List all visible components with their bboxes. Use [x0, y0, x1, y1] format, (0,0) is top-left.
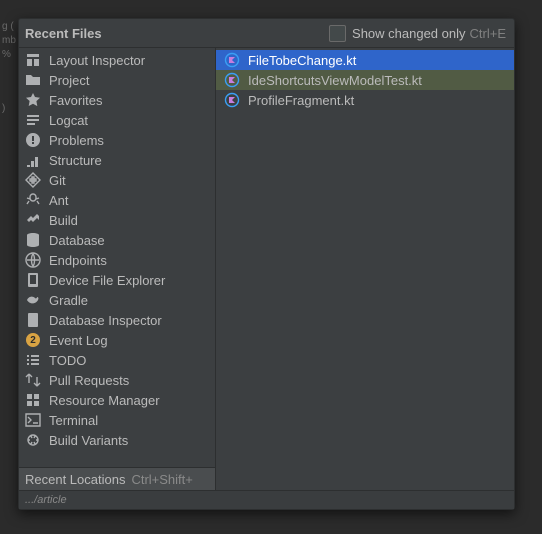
tool-item-build-variants[interactable]: Build Variants	[19, 430, 215, 450]
problems-icon	[25, 132, 41, 148]
popup-footer: .../article	[19, 490, 514, 509]
tool-item-database-inspector[interactable]: Database Inspector	[19, 310, 215, 330]
tool-item-terminal[interactable]: Terminal	[19, 410, 215, 430]
tool-item-label: Gradle	[49, 293, 88, 308]
layout-inspector-icon	[25, 52, 41, 68]
tool-item-resource-manager[interactable]: Resource Manager	[19, 390, 215, 410]
database-icon	[25, 232, 41, 248]
file-name-label: FileTobeChange.kt	[248, 53, 356, 68]
tool-item-todo[interactable]: TODO	[19, 350, 215, 370]
tool-item-label: Database Inspector	[49, 313, 162, 328]
tool-item-label: Layout Inspector	[49, 53, 145, 68]
tool-item-label: Favorites	[49, 93, 102, 108]
tool-item-label: Problems	[49, 133, 104, 148]
todo-icon	[25, 352, 41, 368]
show-changed-only-shortcut: Ctrl+E	[470, 26, 506, 41]
tool-item-label: Build Variants	[49, 433, 128, 448]
file-item[interactable]: FileTobeChange.kt	[216, 50, 514, 70]
tool-item-logcat[interactable]: Logcat	[19, 110, 215, 130]
tool-item-label: TODO	[49, 353, 86, 368]
file-item[interactable]: IdeShortcutsViewModelTest.kt	[216, 70, 514, 90]
kotlin-file-icon	[224, 52, 240, 68]
tool-windows-pane: Layout Inspector Project Favorites Logcat Pr…	[19, 48, 216, 490]
endpoints-icon	[25, 252, 41, 268]
tool-item-structure[interactable]: Structure	[19, 150, 215, 170]
tool-item-label: Event Log	[49, 333, 108, 348]
file-name-label: ProfileFragment.kt	[248, 93, 354, 108]
recent-locations-button[interactable]: Recent Locations Ctrl+Shift+	[19, 467, 215, 490]
device-explorer-icon	[25, 272, 41, 288]
terminal-icon	[25, 412, 41, 428]
build-variants-icon	[25, 432, 41, 448]
tool-item-label: Logcat	[49, 113, 88, 128]
tool-item-folder[interactable]: Project	[19, 70, 215, 90]
recent-files-popup: Recent Files Show changed only Ctrl+E La…	[18, 18, 515, 510]
event-log-badge: 2	[26, 333, 40, 347]
popup-title: Recent Files	[25, 26, 102, 41]
tool-item-database[interactable]: Database	[19, 230, 215, 250]
logcat-icon	[25, 112, 41, 128]
tool-item-label: Project	[49, 73, 89, 88]
event-log-icon: 2	[25, 332, 41, 348]
tool-item-pull-requests[interactable]: Pull Requests	[19, 370, 215, 390]
tool-item-ant[interactable]: Ant	[19, 190, 215, 210]
tool-item-problems[interactable]: Problems	[19, 130, 215, 150]
tool-item-event-log[interactable]: 2 Event Log	[19, 330, 215, 350]
file-name-label: IdeShortcutsViewModelTest.kt	[248, 73, 422, 88]
tool-item-gradle[interactable]: Gradle	[19, 290, 215, 310]
recent-locations-shortcut: Ctrl+Shift+	[131, 472, 192, 487]
tool-item-endpoints[interactable]: Endpoints	[19, 250, 215, 270]
tool-item-label: Device File Explorer	[49, 273, 165, 288]
footer-path: .../article	[25, 494, 67, 506]
recent-files-pane: FileTobeChange.kt IdeShortcutsViewModelTe…	[216, 48, 514, 490]
file-item[interactable]: ProfileFragment.kt	[216, 90, 514, 110]
tool-item-label: Terminal	[49, 413, 98, 428]
tool-item-star[interactable]: Favorites	[19, 90, 215, 110]
ant-icon	[25, 192, 41, 208]
tool-item-label: Endpoints	[49, 253, 107, 268]
database-inspector-icon	[25, 312, 41, 328]
recent-locations-label: Recent Locations	[25, 472, 125, 487]
tool-item-label: Git	[49, 173, 66, 188]
kotlin-file-icon	[224, 92, 240, 108]
resource-manager-icon	[25, 392, 41, 408]
editor-behind-hints: g ( mb % )	[0, 0, 18, 116]
tool-item-label: Structure	[49, 153, 102, 168]
tool-item-device-explorer[interactable]: Device File Explorer	[19, 270, 215, 290]
star-icon	[25, 92, 41, 108]
tool-item-label: Database	[49, 233, 105, 248]
tool-item-build[interactable]: Build	[19, 210, 215, 230]
show-changed-only-label: Show changed only	[352, 26, 465, 41]
build-icon	[25, 212, 41, 228]
gradle-icon	[25, 292, 41, 308]
tool-item-label: Build	[49, 213, 78, 228]
structure-icon	[25, 152, 41, 168]
kotlin-file-icon	[224, 72, 240, 88]
tool-item-layout-inspector[interactable]: Layout Inspector	[19, 50, 215, 70]
show-changed-only-checkbox[interactable]	[329, 25, 346, 42]
tool-item-label: Resource Manager	[49, 393, 160, 408]
popup-header: Recent Files Show changed only Ctrl+E	[19, 19, 514, 48]
tool-item-git[interactable]: Git	[19, 170, 215, 190]
git-icon	[25, 172, 41, 188]
tool-item-label: Pull Requests	[49, 373, 129, 388]
folder-icon	[25, 72, 41, 88]
pull-requests-icon	[25, 372, 41, 388]
tool-item-label: Ant	[49, 193, 69, 208]
